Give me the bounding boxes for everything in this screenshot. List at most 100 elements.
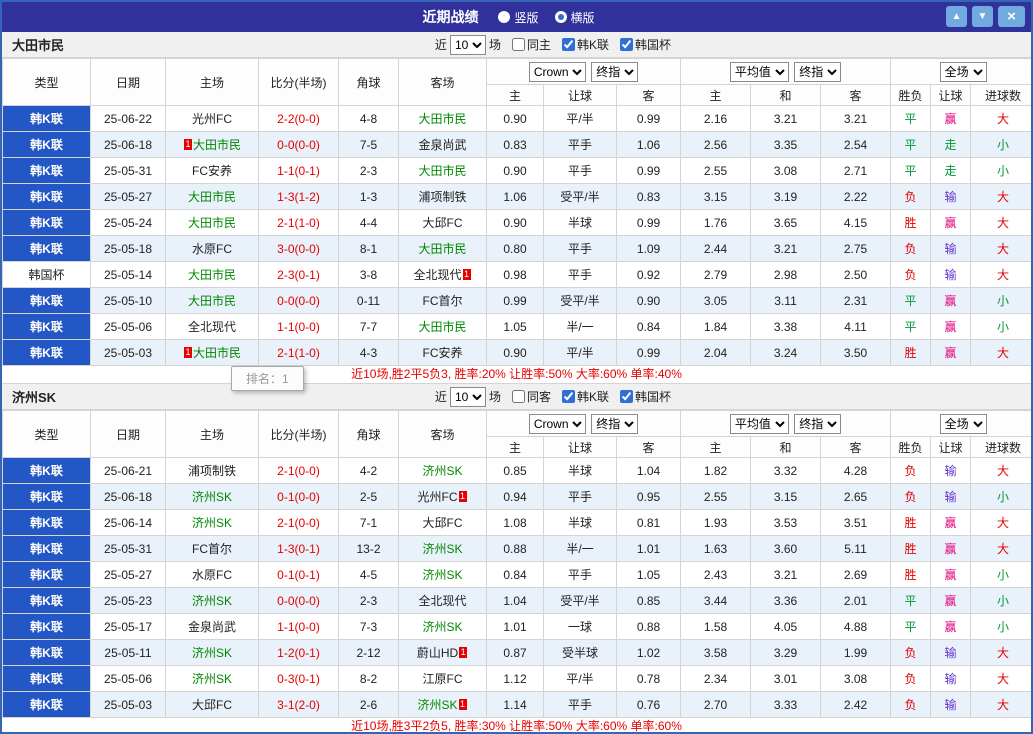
home-team-cell[interactable]: 浦项制铁 bbox=[165, 457, 259, 484]
league-filter[interactable]: 韩K联 bbox=[561, 36, 609, 53]
away-team-cell[interactable]: FC安养 bbox=[398, 339, 487, 366]
home-team-cell[interactable]: 1 大田市民 bbox=[165, 131, 259, 158]
same-venue-filter[interactable]: 同主 bbox=[511, 36, 551, 53]
away-team-cell[interactable]: 大田市民 bbox=[398, 235, 487, 262]
home-team-name: 大田市民 bbox=[192, 138, 241, 152]
same-venue-checkbox[interactable] bbox=[511, 390, 525, 403]
odds-away-cell: 1.06 bbox=[615, 131, 682, 158]
scope-select[interactable]: 全场 bbox=[939, 413, 987, 434]
cup-checkbox[interactable] bbox=[619, 38, 633, 51]
home-team-cell[interactable]: FC安养 bbox=[165, 157, 259, 184]
avg-away-cell: 1.99 bbox=[820, 639, 892, 666]
home-team-cell[interactable]: 大田市民 bbox=[165, 261, 259, 288]
result-wdl-cell: 平 bbox=[890, 157, 932, 184]
league-filter[interactable]: 韩K联 bbox=[561, 388, 609, 405]
cup-filter[interactable]: 韩国杯 bbox=[619, 388, 671, 405]
away-team-name: 大田市民 bbox=[418, 320, 467, 334]
home-team-cell[interactable]: 大田市民 bbox=[165, 287, 259, 314]
recent-count-select[interactable]: 10 bbox=[449, 34, 486, 55]
same-venue-filter[interactable]: 同客 bbox=[511, 388, 551, 405]
score-cell: 0-0(0-0) bbox=[258, 587, 339, 614]
red-card-badge: 1 bbox=[462, 269, 471, 280]
corner-cell: 7-5 bbox=[338, 131, 399, 158]
cup-checkbox[interactable] bbox=[619, 390, 633, 403]
away-team-cell[interactable]: 济州SK 1 bbox=[398, 691, 487, 718]
match-date-cell: 25-05-03 bbox=[90, 339, 166, 366]
radio-vertical-layout[interactable]: 竖版 bbox=[498, 9, 539, 26]
home-team-name: 全北现代 bbox=[187, 320, 236, 334]
home-team-cell[interactable]: 金泉尚武 bbox=[165, 613, 259, 640]
away-team-cell[interactable]: 金泉尚武 bbox=[398, 131, 487, 158]
home-team-cell[interactable]: 济州SK bbox=[165, 509, 259, 536]
corner-cell: 1-3 bbox=[338, 183, 399, 210]
corner-cell: 2-3 bbox=[338, 587, 399, 614]
home-team-cell[interactable]: 大邱FC bbox=[165, 691, 259, 718]
filter-bar: 近 10 场 同主 韩K联 韩国杯 bbox=[435, 34, 671, 55]
away-team-cell[interactable]: 济州SK bbox=[398, 457, 487, 484]
odds-home-cell: 0.90 bbox=[486, 209, 544, 236]
away-team-cell[interactable]: 浦项制铁 bbox=[398, 183, 487, 210]
same-venue-checkbox[interactable] bbox=[511, 38, 525, 51]
home-team-cell[interactable]: 水原FC bbox=[165, 235, 259, 262]
bookmaker-select[interactable]: Crown bbox=[528, 61, 586, 82]
home-team-cell[interactable]: 济州SK bbox=[165, 639, 259, 666]
near-label: 近 bbox=[434, 390, 447, 404]
match-row: 韩K联 25-06-21 浦项制铁 2-1(0-0) 4-2 济州SK 0.85… bbox=[2, 457, 1031, 484]
cup-filter[interactable]: 韩国杯 bbox=[619, 36, 671, 53]
home-team-cell[interactable]: 大田市民 bbox=[165, 209, 259, 236]
away-team-cell[interactable]: 济州SK bbox=[398, 535, 487, 562]
league-type-cell: 韩K联 bbox=[2, 483, 91, 510]
away-team-cell[interactable]: 光州FC 1 bbox=[398, 483, 487, 510]
home-team-cell[interactable]: 全北现代 bbox=[165, 313, 259, 340]
result-goals-cell: 小 bbox=[970, 287, 1031, 314]
home-team-cell[interactable]: 水原FC bbox=[165, 561, 259, 588]
away-team-cell[interactable]: 济州SK bbox=[398, 613, 487, 640]
away-team-cell[interactable]: FC首尔 bbox=[398, 287, 487, 314]
home-team-cell[interactable]: FC首尔 bbox=[165, 535, 259, 562]
odds-stage-select[interactable]: 终指 bbox=[591, 413, 639, 434]
team-name: 大田市民 bbox=[12, 38, 65, 53]
odds-stage-select[interactable]: 终指 bbox=[591, 61, 639, 82]
avg-stage-select[interactable]: 终指 bbox=[794, 413, 842, 434]
match-row: 韩K联 25-05-06 济州SK 0-3(0-1) 8-2 江原FC 1.12… bbox=[2, 665, 1031, 692]
home-team-cell[interactable]: 大田市民 bbox=[165, 183, 259, 210]
result-wdl-cell: 负 bbox=[890, 665, 932, 692]
league-checkbox[interactable] bbox=[561, 38, 575, 51]
home-team-cell[interactable]: 光州FC bbox=[165, 105, 259, 132]
avg-stage-select[interactable]: 终指 bbox=[794, 61, 842, 82]
away-team-cell[interactable]: 济州SK bbox=[398, 561, 487, 588]
recent-count-select[interactable]: 10 bbox=[449, 386, 486, 407]
radio-horizontal-layout[interactable]: 横版 bbox=[554, 9, 595, 26]
away-team-cell[interactable]: 蔚山HD 1 bbox=[398, 639, 487, 666]
odds-handicap-cell: 平手 bbox=[543, 235, 617, 262]
summary-line: 近10场,胜2平5负3, 胜率:20% 让胜率:50% 大率:60% 单率:40… bbox=[2, 366, 1031, 384]
result-group-header: 全场 bbox=[890, 410, 1031, 437]
scope-select[interactable]: 全场 bbox=[939, 61, 987, 82]
away-team-cell[interactable]: 大田市民 bbox=[398, 157, 487, 184]
home-team-cell[interactable]: 1 大田市民 bbox=[165, 339, 259, 366]
average-select[interactable]: 平均值 bbox=[729, 61, 789, 82]
match-date-cell: 25-05-31 bbox=[90, 157, 166, 184]
league-checkbox[interactable] bbox=[561, 390, 575, 403]
odds-home-cell: 1.01 bbox=[486, 613, 544, 640]
away-team-cell[interactable]: 大田市民 bbox=[398, 105, 487, 132]
away-team-cell[interactable]: 大田市民 bbox=[398, 313, 487, 340]
scroll-down-button[interactable]: ▼ bbox=[972, 6, 993, 27]
scroll-up-button[interactable]: ▲ bbox=[946, 6, 967, 27]
away-team-cell[interactable]: 大邱FC bbox=[398, 209, 487, 236]
average-select[interactable]: 平均值 bbox=[729, 413, 789, 434]
bookmaker-select[interactable]: Crown bbox=[528, 413, 586, 434]
home-team-name: 水原FC bbox=[192, 568, 232, 582]
home-team-cell[interactable]: 济州SK bbox=[165, 587, 259, 614]
away-team-cell[interactable]: 大邱FC bbox=[398, 509, 487, 536]
home-team-cell[interactable]: 济州SK bbox=[165, 483, 259, 510]
odds-away-cell: 0.83 bbox=[615, 183, 682, 210]
odds-home-cell: 0.88 bbox=[486, 535, 544, 562]
result-goals-cell: 小 bbox=[970, 483, 1031, 510]
away-team-cell[interactable]: 全北现代 bbox=[398, 587, 487, 614]
close-button[interactable]: × bbox=[998, 6, 1025, 27]
result-handicap-cell: 赢 bbox=[930, 105, 972, 132]
away-team-cell[interactable]: 江原FC bbox=[398, 665, 487, 692]
away-team-cell[interactable]: 全北现代 1 bbox=[398, 261, 487, 288]
home-team-cell[interactable]: 济州SK bbox=[165, 665, 259, 692]
